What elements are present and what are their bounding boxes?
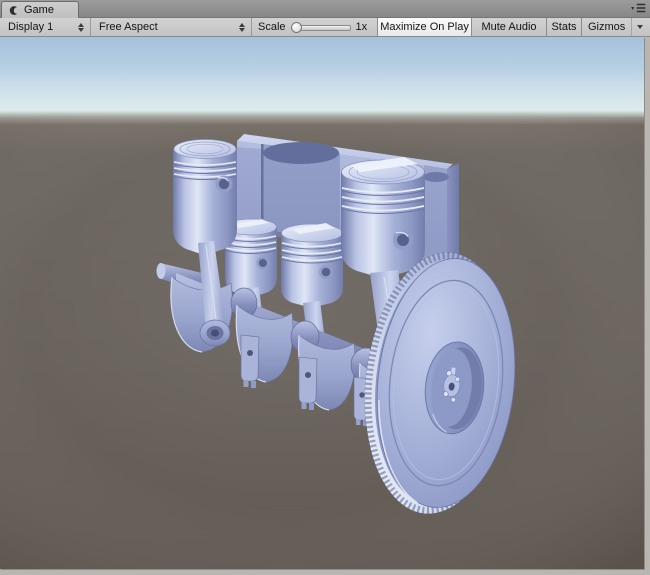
piston-3: [281, 223, 343, 307]
viewport-frame: [0, 37, 650, 575]
game-view-toolbar: Display 1 Free Aspect Scale 1x Maximize …: [0, 18, 650, 37]
game-view-icon: [9, 5, 20, 16]
gizmos-button[interactable]: Gizmos: [581, 18, 650, 36]
aspect-dropdown-label: Free Aspect: [99, 21, 237, 33]
tab-strip: Game ▾☰: [0, 0, 650, 18]
game-viewport[interactable]: [0, 37, 644, 569]
scale-slider-track[interactable]: [300, 25, 351, 31]
rod-big-end-1: [200, 320, 230, 346]
display-dropdown[interactable]: Display 1: [0, 18, 91, 36]
tab-game[interactable]: Game: [1, 1, 79, 18]
rod-cap-1: [241, 335, 259, 388]
piston-4: [341, 157, 425, 276]
scale-slider[interactable]: [291, 21, 351, 33]
cylinder-bore-opening: [263, 142, 339, 164]
gizmos-dropdown-arrow-icon[interactable]: [631, 18, 646, 36]
dropdown-arrows-icon: [76, 23, 85, 32]
rod-cap-2: [299, 357, 317, 410]
mute-audio-button[interactable]: Mute Audio: [471, 18, 546, 36]
aspect-ratio-dropdown[interactable]: Free Aspect: [91, 18, 252, 36]
scale-label: Scale: [258, 21, 286, 33]
engine-scene: [0, 37, 644, 569]
tab-options-menu-icon[interactable]: ▾☰: [631, 2, 646, 16]
scale-slider-knob[interactable]: [291, 22, 302, 33]
display-dropdown-label: Display 1: [8, 21, 76, 33]
scale-control: Scale 1x: [252, 18, 377, 36]
maximize-on-play-button[interactable]: Maximize On Play: [377, 18, 471, 36]
tab-label: Game: [24, 4, 54, 16]
scale-value: 1x: [356, 21, 368, 33]
piston-1: [173, 140, 237, 255]
stats-button[interactable]: Stats: [546, 18, 581, 36]
dropdown-arrows-icon: [237, 23, 246, 32]
